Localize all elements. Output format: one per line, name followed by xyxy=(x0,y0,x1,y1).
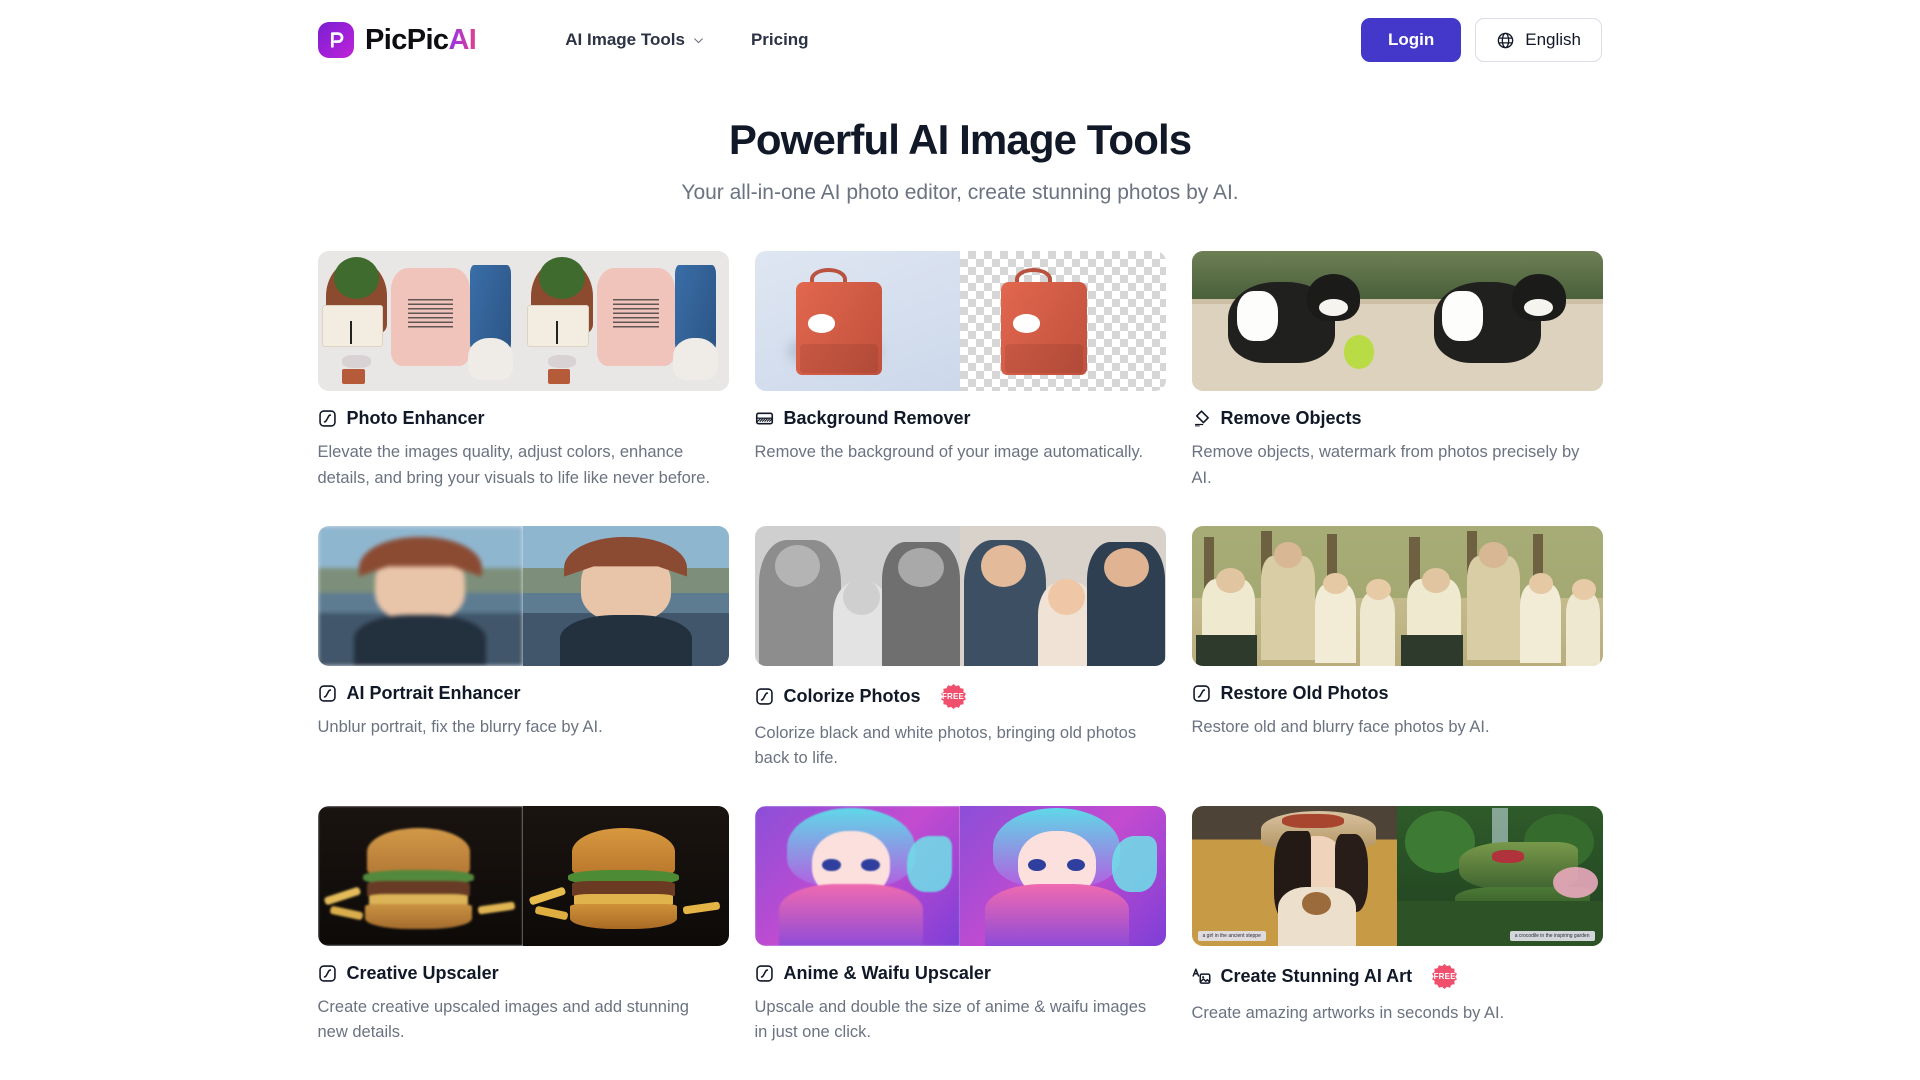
free-badge-label: FREE xyxy=(941,691,965,701)
anime-left xyxy=(754,805,960,946)
nav-item-ai-image-tools[interactable]: AI Image Tools xyxy=(565,30,705,50)
tool-card-header: Colorize Photos FREE xyxy=(755,683,1166,710)
tool-card-header: Restore Old Photos xyxy=(1192,683,1603,704)
enhance-icon xyxy=(318,684,337,703)
flatlay-right xyxy=(523,251,729,392)
tool-card-header: Photo Enhancer xyxy=(318,408,729,429)
tool-card[interactable]: Remove Objects Remove objects, watermark … xyxy=(1191,251,1603,491)
tool-card-header: Create Stunning AI Art FREE xyxy=(1192,963,1603,990)
tool-card-description: Restore old and blurry face photos by AI… xyxy=(1191,717,1490,736)
brand-name-accent: AI xyxy=(448,23,477,56)
language-selector-button[interactable]: English xyxy=(1475,18,1602,62)
tool-card-header: Remove Objects xyxy=(1192,408,1603,429)
tool-card-title: Create Stunning AI Art xyxy=(1220,965,1413,986)
header-actions: Login English xyxy=(1360,18,1602,62)
enhance-icon xyxy=(755,964,774,983)
language-label: English xyxy=(1525,30,1581,49)
tool-card-title: Anime & Waifu Upscaler xyxy=(783,962,991,983)
tool-card-header: Creative Upscaler xyxy=(318,963,729,984)
tool-card-image xyxy=(754,805,1166,946)
brand-name-primary: PicPic xyxy=(365,23,449,56)
ai-art-prompt-caption: a girl in the ancient steppe xyxy=(1197,930,1266,941)
tool-card-description: Colorize black and white photos, bringin… xyxy=(754,723,1137,768)
tool-card-title: Remove Objects xyxy=(1220,408,1362,429)
portrait-lake-left xyxy=(317,525,523,666)
tool-card[interactable]: Photo Enhancer Elevate the images quality… xyxy=(317,251,729,491)
nav-label: Pricing xyxy=(750,30,809,49)
enhance-icon xyxy=(318,964,337,983)
bw-family-right xyxy=(960,525,1166,666)
enhance-icon xyxy=(318,409,337,428)
tool-card[interactable]: Background Remover Remove the background … xyxy=(754,251,1166,491)
tool-card-description: Elevate the images quality, adjust color… xyxy=(317,443,711,487)
tool-card-image xyxy=(317,251,729,392)
tool-card[interactable]: Restore Old Photos Restore old and blurry… xyxy=(1191,525,1603,772)
tool-card-image xyxy=(317,525,729,666)
aiart-girl-left: a girl in the ancient steppe xyxy=(1191,805,1397,946)
free-badge: FREE xyxy=(1431,963,1458,990)
tool-card-image xyxy=(1191,251,1603,392)
tool-card-description: Upscale and double the size of anime & w… xyxy=(754,997,1147,1042)
tool-card[interactable]: Anime & Waifu Upscaler Upscale and double… xyxy=(754,805,1166,1046)
aiart-croc-right: a crocodile in the inspiring garden xyxy=(1397,805,1603,946)
text-to-image-icon xyxy=(1192,967,1211,986)
nav-label: AI Image Tools xyxy=(565,30,685,49)
brand-name: PicPicAI xyxy=(365,23,477,56)
tool-card-header: AI Portrait Enhancer xyxy=(318,683,729,704)
tool-card-title: Creative Upscaler xyxy=(346,962,499,983)
vintage-family-left xyxy=(1191,525,1397,666)
tool-card[interactable]: a girl in the ancient steppe a crocodile… xyxy=(1191,805,1603,1046)
tool-card-image xyxy=(754,251,1166,392)
bw-family-left xyxy=(754,525,960,666)
backpack-checker-right xyxy=(960,251,1166,392)
tool-card-title: Colorize Photos xyxy=(783,685,921,706)
page-subtitle: Your all-in-one AI photo editor, create … xyxy=(681,181,1239,205)
background-remove-icon xyxy=(755,409,774,428)
enhance-icon xyxy=(755,687,774,706)
tool-card-description: Remove objects, watermark from photos pr… xyxy=(1191,443,1580,487)
tool-card-title: Background Remover xyxy=(783,408,971,429)
page-title: Powerful AI Image Tools xyxy=(728,116,1192,163)
site-header: PicPicAI AI Image Tools Pricing Login En… xyxy=(0,0,1920,80)
tool-card[interactable]: Colorize Photos FREE Colorize black and wh… xyxy=(754,525,1166,772)
vintage-family-right xyxy=(1397,525,1603,666)
dog-left xyxy=(1191,251,1397,392)
enhance-icon xyxy=(1192,684,1211,703)
hero-section: Powerful AI Image Tools Your all-in-one … xyxy=(0,115,1920,205)
login-button[interactable]: Login xyxy=(1360,18,1462,62)
tool-card-image xyxy=(754,525,1166,666)
brand-logo[interactable]: PicPicAI xyxy=(318,22,477,58)
eraser-icon xyxy=(1192,409,1211,428)
tool-card-image xyxy=(317,805,729,946)
tool-card-description: Remove the background of your image auto… xyxy=(754,443,1144,462)
anime-right xyxy=(960,805,1166,946)
chevron-down-icon xyxy=(694,37,703,43)
burger-left xyxy=(317,805,523,946)
tools-grid: Photo Enhancer Elevate the images quality… xyxy=(317,251,1603,1080)
free-badge-label: FREE xyxy=(1433,971,1456,981)
nav-item-pricing[interactable]: Pricing xyxy=(751,30,809,50)
main-nav: AI Image Tools Pricing xyxy=(565,30,808,50)
ai-art-prompt-caption: a crocodile in the inspiring garden xyxy=(1509,930,1595,941)
picpicai-logo-icon xyxy=(318,22,354,58)
burger-right xyxy=(523,805,729,946)
dog-right xyxy=(1397,251,1603,392)
tool-card-description: Unblur portrait, fix the blurry face by … xyxy=(317,717,603,736)
tool-card-description: Create amazing artworks in seconds by AI… xyxy=(1191,1003,1505,1022)
flatlay-left xyxy=(317,251,523,392)
tool-card[interactable]: AI Portrait Enhancer Unblur portrait, fix… xyxy=(317,525,729,772)
tool-card-title: Photo Enhancer xyxy=(346,408,485,429)
tool-card-header: Background Remover xyxy=(755,408,1166,429)
tool-card[interactable]: Creative Upscaler Create creative upscale… xyxy=(317,805,729,1046)
portrait-lake-right xyxy=(523,525,729,666)
globe-icon xyxy=(1497,32,1514,48)
tool-card-title: Restore Old Photos xyxy=(1220,682,1389,703)
tool-card-header: Anime & Waifu Upscaler xyxy=(755,963,1166,984)
backpack-bg-left xyxy=(754,251,960,392)
tool-card-image xyxy=(1191,525,1603,666)
tool-card-image: a girl in the ancient steppe a crocodile… xyxy=(1191,805,1603,946)
tool-card-title: AI Portrait Enhancer xyxy=(346,682,521,703)
tool-card-description: Create creative upscaled images and add … xyxy=(317,997,689,1042)
free-badge: FREE xyxy=(940,683,967,710)
